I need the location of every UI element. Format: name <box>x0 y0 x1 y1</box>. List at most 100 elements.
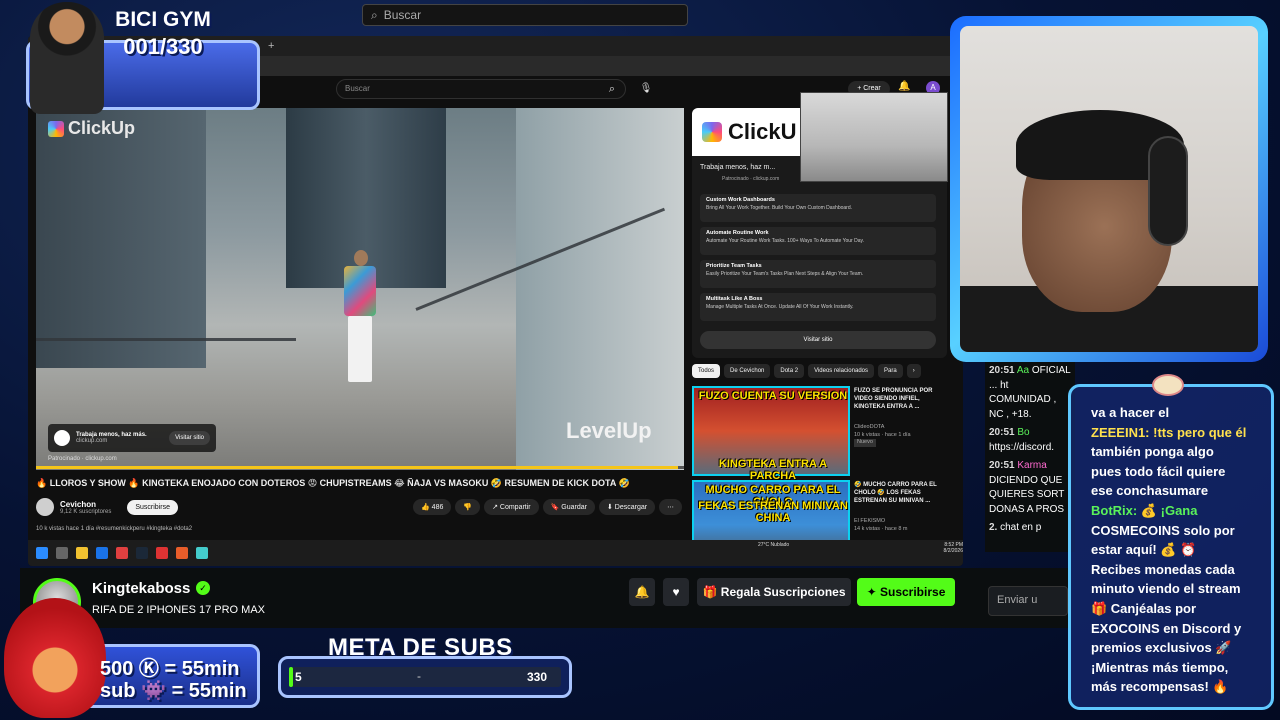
steam-icon[interactable] <box>136 547 148 559</box>
chat-overlay-line: EXOCOINS en Discord y <box>1091 620 1242 636</box>
ad-link-item[interactable]: Automate Routine Work Automate Your Routi… <box>700 227 936 255</box>
chat-overlay-line: más recompensas! 🔥 <box>1091 679 1229 695</box>
youtube-search-input[interactable]: Buscar <box>336 79 626 99</box>
ad-link-item[interactable]: Multitask Like A Boss Manage Multiple Tas… <box>700 293 936 321</box>
notification-bell-icon[interactable]: 🔔 <box>898 81 910 92</box>
recommended-title[interactable]: 🤣 MUCHO CARRO PARA EL CHOLO 🤣 LOS FEKAS … <box>854 482 949 505</box>
ad-visit-button[interactable]: Visitar sitio <box>700 331 936 349</box>
gift-subs-label: Regala Suscripciones <box>720 585 846 599</box>
hamster-mascot-icon <box>1152 374 1184 396</box>
edge-icon[interactable] <box>96 547 108 559</box>
share-button[interactable]: ↗ Compartir <box>484 499 539 515</box>
download-label: Descargar <box>614 504 648 511</box>
video-progress-fill <box>36 466 678 469</box>
system-clock[interactable]: 8:52 PM 8/2/2026 <box>926 542 963 554</box>
brave-icon[interactable] <box>176 547 188 559</box>
ad-link-item[interactable]: Prioritize Team Tasks Easily Prioritize Y… <box>700 260 936 288</box>
dislike-button[interactable]: 👎 <box>455 499 481 515</box>
new-tab-icon[interactable]: + <box>268 40 274 52</box>
streamer-room-camera <box>800 92 948 182</box>
video-thumbnail[interactable]: FUZO CUENTA SU VERSION KINGTEKA ENTRA A … <box>692 386 850 482</box>
search-icon: ⌕ <box>371 7 378 22</box>
search-icon[interactable]: ⌕ <box>598 79 626 99</box>
top-search-input[interactable]: ⌕ Buscar <box>362 4 688 26</box>
video-progress-bar[interactable] <box>36 466 684 469</box>
bici-gym-counter: 001/330 <box>123 34 203 59</box>
chip-related[interactable]: Videos relacionados <box>808 364 874 378</box>
chat-message: 20:51 Karma DICIENDO QUE QUIERES SORT DO… <box>989 460 1065 515</box>
recommended-title[interactable]: FUZO SE PRONUNCIA POR VIDEO SIENDO INFIE… <box>854 388 949 411</box>
folder-icon[interactable] <box>76 547 88 559</box>
stream-title: RIFA DE 2 IPHONES 17 PRO MAX <box>92 604 265 616</box>
presenter-shirt <box>344 266 376 316</box>
weather-widget[interactable]: 27°C Nublado <box>758 542 789 548</box>
gift-subs-button[interactable]: 🎁 Regala Suscripciones <box>697 578 851 606</box>
chevron-right-icon[interactable]: › <box>906 364 921 378</box>
chat-overlay-line: va a hacer el <box>1091 405 1170 420</box>
chat-overlay-line: BotRix: 💰 ¡Gana <box>1091 502 1198 518</box>
download-icon: ⬇ <box>606 504 615 511</box>
ad-link-item[interactable]: Custom Work Dashboards Bring All Your Wor… <box>700 194 936 222</box>
chip-para[interactable]: Para <box>878 364 903 378</box>
presenter-head <box>354 250 368 266</box>
ad-headline: Trabaja menos, haz m... <box>700 164 776 171</box>
channel-name[interactable]: Cevichon <box>60 500 111 509</box>
like-button[interactable]: 👍 486 <box>413 499 452 515</box>
ad-domain: clickup.com <box>76 438 108 444</box>
kick-stream-info-bar: Kingtekaboss ✓ RIFA DE 2 IPHONES 17 PRO … <box>20 568 1068 628</box>
chat-overlay-line: 🎁 Canjéalas por <box>1091 600 1197 616</box>
chip-todos[interactable]: Todos <box>692 364 721 378</box>
bici-gym-title: BICI GYM <box>115 8 211 31</box>
video-description[interactable]: 10 k vistas hace 1 día #resumenkickperu … <box>36 526 192 532</box>
chat-input[interactable]: Enviar u <box>988 586 1068 616</box>
kick-subscribe-label: Suscribirse <box>880 585 946 599</box>
share-icon: ↗ <box>492 504 500 511</box>
start-icon[interactable] <box>36 547 48 559</box>
streamer-name[interactable]: Kingtekaboss <box>92 580 190 597</box>
cyclist-mascot-icon <box>30 2 104 114</box>
subscribe-button[interactable]: Suscribirse <box>127 499 178 515</box>
chat-overlay-box: va a hacer el ZEEEIN1: !tts pero que él … <box>1068 384 1274 710</box>
channel-subscriber-count: 9,12 K suscriptores <box>60 508 112 515</box>
taskbar-app-icon[interactable] <box>196 547 208 559</box>
chat-message: 20:51 Aa OFICIAL ... ht COMUNIDAD , NC ,… <box>989 365 1071 420</box>
chip-dota2[interactable]: Dota 2 <box>774 364 805 378</box>
heart-icon[interactable]: ♥ <box>663 578 689 606</box>
chat-message: 2. chat en p <box>989 522 1042 533</box>
chat-overlay-line: COSMECOINS solo por <box>1091 522 1235 538</box>
sub-goal-track: 5 - 330 <box>289 667 561 687</box>
microphone-icon[interactable]: 🎙 <box>636 79 656 99</box>
more-options-icon[interactable]: ⋯ <box>659 499 683 515</box>
recommended-meta: ClideoDOTA 10 k vistas · hace 1 día Nuev… <box>854 424 911 448</box>
chat-overlay-line: ese conchasumare <box>1091 483 1209 499</box>
chat-overlay-line: estar aquí! 💰 ⏰ <box>1091 542 1197 558</box>
ad-sponsor: Patrocinado · clickup.com <box>722 176 780 182</box>
chip-de-cevichon[interactable]: De Cevichon <box>724 364 771 378</box>
ad-avatar <box>54 430 70 446</box>
chat-message: 20:51 Bo https://discord. <box>989 427 1055 453</box>
save-button[interactable]: 🔖 Guardar <box>542 499 595 515</box>
ad-overlay-card[interactable]: Trabaja menos, haz más. clickup.com Visi… <box>48 424 216 452</box>
kick-subscribe-button[interactable]: ✦ Suscribirse <box>857 578 955 606</box>
gift-icon: 🎁 <box>702 585 721 599</box>
clickup-logo: ClickUp <box>48 118 135 139</box>
recommended-video[interactable]: FUZO CUENTA SU VERSION KINGTEKA ENTRA A … <box>692 386 952 482</box>
top-search-placeholder: Buscar <box>383 8 422 22</box>
recommended-meta: El FEKISMO 14 k vistas · hace 8 m <box>854 518 908 532</box>
headset-icon <box>1148 136 1188 246</box>
chrome-icon[interactable] <box>116 547 128 559</box>
taskbar-app-icon[interactable] <box>56 547 68 559</box>
visit-site-button[interactable]: Visitar sitio <box>169 431 210 445</box>
filter-chips: Todos De Cevichon Dota 2 Videos relacion… <box>692 364 952 378</box>
windows-taskbar <box>28 540 963 566</box>
thumbs-up-icon: 👍 <box>421 504 432 511</box>
bell-icon[interactable]: 🔔 <box>629 578 655 606</box>
download-button[interactable]: ⬇ Descargar <box>598 499 656 515</box>
sub-goal-separator: - <box>417 669 421 683</box>
channel-avatar[interactable] <box>36 498 54 516</box>
right-wall <box>516 108 684 470</box>
video-player[interactable]: ClickUp LevelUp Trabaja menos, haz más. … <box>36 108 684 470</box>
sub-goal-current: 5 <box>295 670 302 684</box>
obs-icon[interactable] <box>156 547 168 559</box>
star-icon: ✦ <box>866 585 880 599</box>
